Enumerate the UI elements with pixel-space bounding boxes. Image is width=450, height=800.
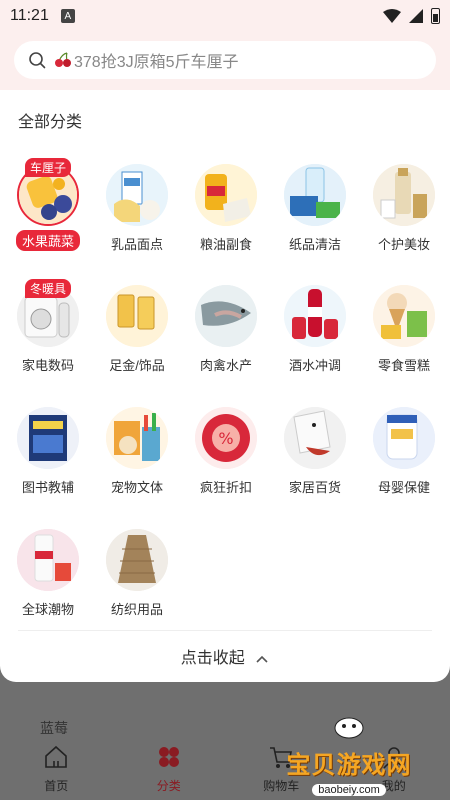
category-drinks[interactable]: 酒水冲调 (270, 285, 360, 374)
category-snacks[interactable]: 零食雪糕 (359, 285, 449, 374)
category-label: 肉禽水产 (199, 358, 252, 373)
nav-home[interactable]: 首页 (0, 744, 113, 794)
category-label: 水果蔬菜 (15, 230, 80, 251)
status-bar: 11:21 A (0, 0, 450, 32)
crazy-discount-image: % (195, 407, 257, 469)
category-label: 宠物文体 (110, 480, 163, 495)
category-meat-seafood[interactable]: 肉禽水产 (181, 285, 271, 374)
collapse-label: 点击收起 (180, 650, 245, 667)
chevron-up-icon (256, 655, 268, 663)
category-label: 疯狂折扣 (199, 480, 252, 495)
meat-seafood-image (195, 285, 257, 347)
category-dairy[interactable]: 乳品面点 (92, 164, 182, 253)
category-personal-care[interactable]: 个护美妆 (359, 164, 449, 253)
category-paper-cleaning[interactable]: 纸品清洁 (270, 164, 360, 253)
divider (18, 630, 432, 631)
category-label: 全球潮物 (21, 602, 74, 617)
category-fruit-veg[interactable]: 车厘子 水果蔬菜 (3, 158, 93, 251)
status-time: 11:21 (10, 7, 49, 24)
category-label: 家居百货 (288, 480, 341, 495)
category-books[interactable]: 图书教辅 (3, 407, 93, 496)
search-icon (29, 52, 46, 69)
category-label: 酒水冲调 (288, 358, 341, 373)
gold-jewelry-image (106, 285, 168, 347)
dairy-image (106, 164, 168, 226)
section-title: 全部分类 (18, 114, 83, 131)
signal-icon (409, 9, 423, 23)
collapse-button[interactable]: 点击收起 (0, 644, 450, 668)
nav-category[interactable]: 分类 (113, 744, 226, 794)
search-placeholder-text: 378抢3J原箱5斤车厘子 (74, 54, 239, 71)
category-textiles[interactable]: 纺织用品 (92, 529, 182, 618)
category-sheet: 378抢3J原箱5斤车厘子 全部分类 车厘子 水果蔬菜 乳品面点 粮油副食 纸品… (0, 32, 450, 682)
category-label: 足金/饰品 (109, 358, 165, 373)
paper-cleaning-image (284, 164, 346, 226)
svg-text:%: % (218, 429, 233, 448)
category-gold-jewelry[interactable]: 足金/饰品 (92, 285, 182, 374)
category-label: 母婴保健 (377, 480, 430, 495)
home-icon (45, 745, 68, 768)
global-trends-image (17, 529, 79, 591)
cherry-icon (55, 52, 71, 67)
notification-a-icon: A (60, 9, 75, 23)
category-maternal-health[interactable]: 母婴保健 (359, 407, 449, 496)
search-bar-container: 378抢3J原箱5斤车厘子 (0, 32, 450, 90)
snacks-image (373, 285, 435, 347)
category-grain-oil[interactable]: 粮油副食 (181, 164, 271, 253)
watermark-title: 宝贝游戏网 (286, 752, 412, 779)
category-badge-cherry: 车厘子 (24, 158, 72, 177)
battery-icon (431, 8, 440, 24)
pets-stationery-image (106, 407, 168, 469)
category-label: 纺织用品 (110, 602, 163, 617)
books-image (17, 407, 79, 469)
category-appliances[interactable]: 冬暖具 家电数码 (3, 279, 93, 374)
category-global-trends[interactable]: 全球潮物 (3, 529, 93, 618)
category-label: 纸品清洁 (288, 237, 341, 252)
category-label: 家电数码 (21, 358, 74, 373)
nav-category-label: 分类 (156, 779, 181, 793)
category-badge-heater: 冬暖具 (24, 279, 72, 298)
home-goods-image (284, 407, 346, 469)
maternal-health-image (373, 407, 435, 469)
personal-care-image (373, 164, 435, 226)
category-label: 零食雪糕 (377, 358, 430, 373)
wifi-icon (383, 9, 401, 23)
background-list-text: 蓝莓 (40, 720, 68, 736)
grain-oil-image (195, 164, 257, 226)
category-label: 乳品面点 (110, 237, 163, 252)
nav-home-label: 首页 (44, 779, 69, 793)
category-label: 图书教辅 (21, 480, 74, 495)
watermark-logo-icon (334, 717, 364, 739)
category-label: 粮油副食 (199, 237, 252, 252)
status-icons (383, 8, 440, 24)
search-placeholder: 378抢3J原箱5斤车厘子 (54, 48, 239, 72)
category-label: 个护美妆 (377, 237, 430, 252)
watermark: 宝贝游戏网 baobeiy.com (274, 714, 424, 796)
category-icon (158, 747, 179, 767)
category-crazy-discount[interactable]: % 疯狂折扣 (181, 407, 271, 496)
category-pets-stationery[interactable]: 宠物文体 (92, 407, 182, 496)
drinks-image (284, 285, 346, 347)
textiles-image (106, 529, 168, 591)
category-home-goods[interactable]: 家居百货 (270, 407, 360, 496)
watermark-url: baobeiy.com (312, 784, 386, 796)
search-input[interactable]: 378抢3J原箱5斤车厘子 (14, 41, 436, 79)
